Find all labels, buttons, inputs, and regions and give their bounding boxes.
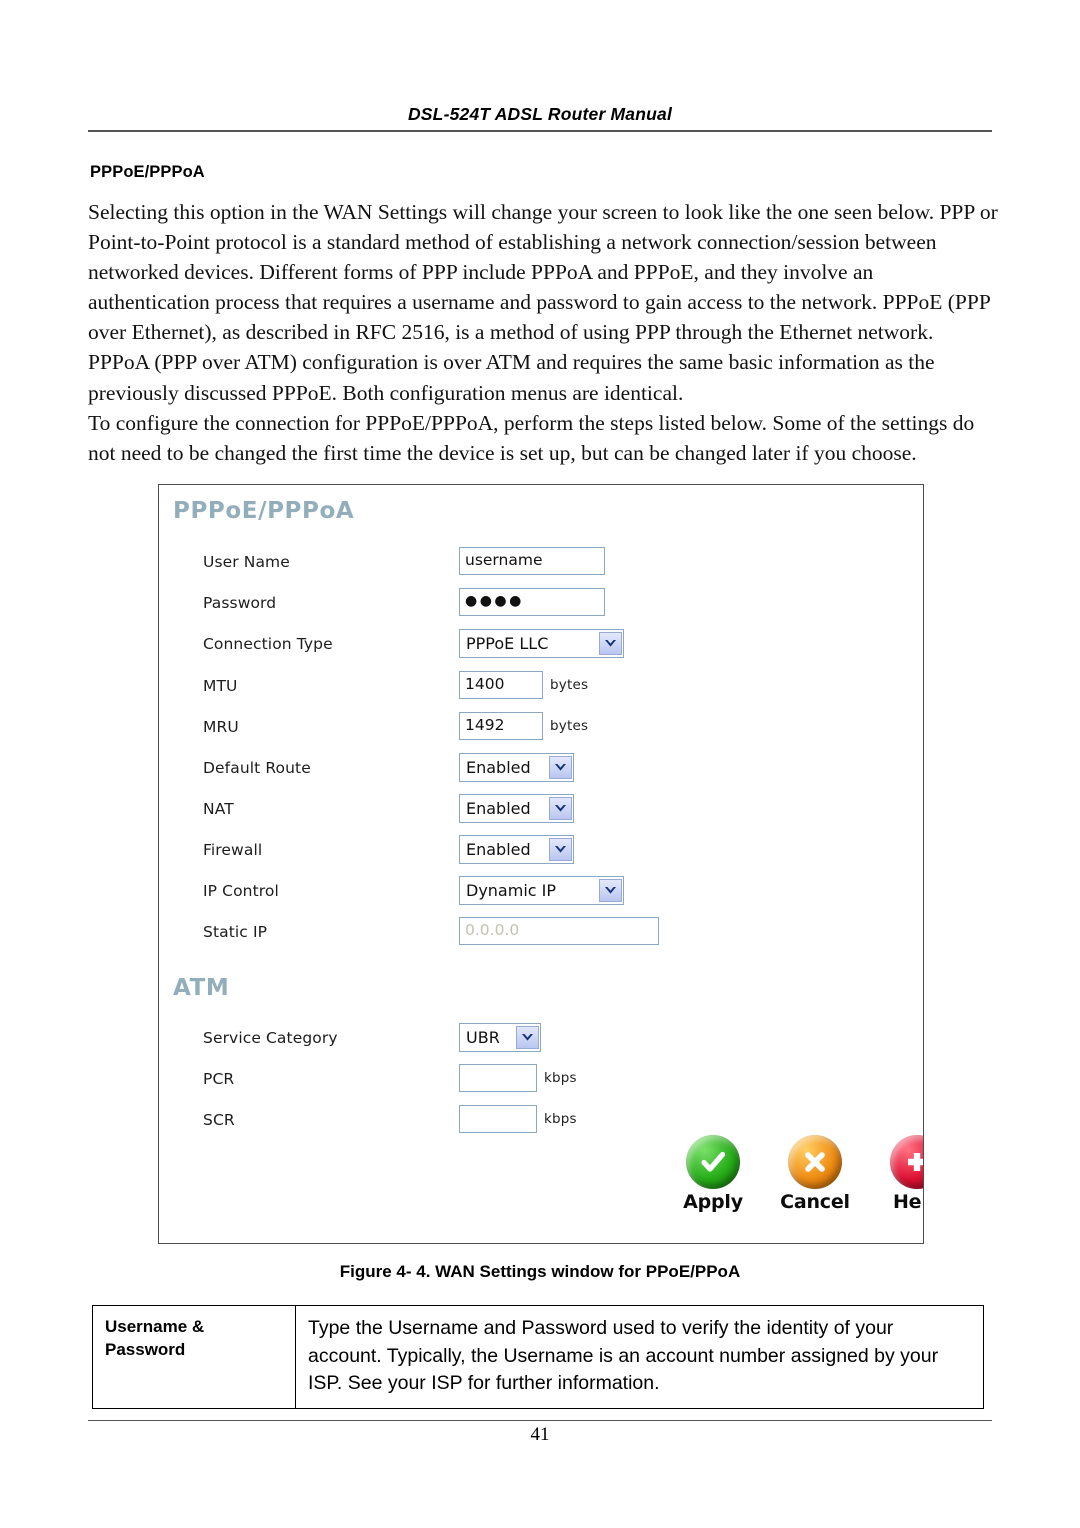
scr-control: kbps xyxy=(459,1105,577,1133)
help-label: Help xyxy=(892,1191,923,1213)
pcr-unit: kbps xyxy=(544,1070,577,1086)
pcr-label: PCR xyxy=(203,1070,235,1088)
cancel-button[interactable]: Cancel xyxy=(776,1135,854,1213)
field-row-mtu: MTU 1400 bytes xyxy=(203,671,903,705)
nat-control: Enabled xyxy=(459,794,574,823)
body-paragraph-1: Selecting this option in the WAN Setting… xyxy=(88,200,998,405)
nat-select[interactable]: Enabled xyxy=(459,794,574,823)
header-divider xyxy=(88,130,992,132)
page-number: 41 xyxy=(530,1424,550,1445)
ip-control-value: Dynamic IP xyxy=(466,881,557,900)
firewall-control: Enabled xyxy=(459,835,574,864)
plus-circle-icon xyxy=(890,1135,923,1189)
pppoe-section-title: PPPoE/PPPoA xyxy=(173,498,355,524)
password-input[interactable]: ●●●● xyxy=(459,588,605,616)
chevron-down-icon xyxy=(548,838,572,861)
connection-type-label: Connection Type xyxy=(203,635,333,653)
user-name-label: User Name xyxy=(203,553,290,571)
connection-type-control: PPPoE LLC xyxy=(459,629,624,658)
body-paragraph-2: To configure the connection for PPPoE/PP… xyxy=(88,410,975,465)
page-title: PPPoE/PPPoA xyxy=(90,163,205,181)
default-route-select[interactable]: Enabled xyxy=(459,753,574,782)
chevron-down-icon xyxy=(548,756,572,779)
mtu-input[interactable]: 1400 xyxy=(459,671,543,699)
mtu-label: MTU xyxy=(203,677,238,695)
ip-control-select[interactable]: Dynamic IP xyxy=(459,876,624,905)
default-route-value: Enabled xyxy=(466,758,531,777)
connection-type-value: PPPoE LLC xyxy=(466,634,549,653)
scr-unit: kbps xyxy=(544,1111,577,1127)
password-control: ●●●● xyxy=(459,588,605,616)
field-row-scr: SCR kbps xyxy=(203,1105,903,1139)
firewall-select[interactable]: Enabled xyxy=(459,835,574,864)
chevron-down-icon xyxy=(598,632,622,655)
description-table: Username & Password Type the Username an… xyxy=(92,1305,984,1409)
field-row-pcr: PCR kbps xyxy=(203,1064,903,1098)
table-cell-value: Type the Username and Password used to v… xyxy=(295,1305,984,1409)
ip-control-control: Dynamic IP xyxy=(459,876,624,905)
check-circle-icon xyxy=(686,1135,740,1189)
static-ip-label: Static IP xyxy=(203,923,268,941)
default-route-control: Enabled xyxy=(459,753,574,782)
service-category-value: UBR xyxy=(466,1028,500,1047)
ip-control-label: IP Control xyxy=(203,882,279,900)
pcr-input[interactable] xyxy=(459,1064,537,1092)
nat-value: Enabled xyxy=(466,799,531,818)
user-name-control: username xyxy=(459,547,605,575)
field-row-connection-type: Connection Type PPPoE LLC xyxy=(203,629,903,663)
mru-control: 1492 bytes xyxy=(459,712,588,740)
mru-unit: bytes xyxy=(550,718,589,734)
field-row-nat: NAT Enabled xyxy=(203,794,903,828)
connection-type-select[interactable]: PPPoE LLC xyxy=(459,629,624,658)
help-button[interactable]: Help xyxy=(878,1135,923,1213)
scr-input[interactable] xyxy=(459,1105,537,1133)
figure-caption: Figure 4- 4. WAN Settings window for PPo… xyxy=(339,1262,741,1281)
field-row-password: Password ●●●● xyxy=(203,588,903,622)
table-cell-key: Username & Password xyxy=(92,1305,296,1409)
service-category-select[interactable]: UBR xyxy=(459,1023,541,1052)
field-row-service-category: Service Category UBR xyxy=(203,1023,903,1057)
firewall-label: Firewall xyxy=(203,841,263,859)
default-route-label: Default Route xyxy=(203,759,311,777)
service-category-control: UBR xyxy=(459,1023,541,1052)
field-row-ip-control: IP Control Dynamic IP xyxy=(203,876,903,910)
field-row-firewall: Firewall Enabled xyxy=(203,835,903,869)
field-row-user-name: User Name username xyxy=(203,547,903,581)
field-row-mru: MRU 1492 bytes xyxy=(203,712,903,746)
chevron-down-icon xyxy=(548,797,572,820)
mru-label: MRU xyxy=(203,718,239,736)
mru-input[interactable]: 1492 xyxy=(459,712,543,740)
static-ip-control: 0.0.0.0 xyxy=(459,917,659,945)
action-buttons: Apply Cancel Help xyxy=(674,1135,923,1213)
atm-section-title: ATM xyxy=(173,975,230,1001)
nat-label: NAT xyxy=(203,800,234,818)
pcr-control: kbps xyxy=(459,1064,577,1092)
apply-label: Apply xyxy=(683,1191,743,1213)
wan-settings-screenshot: PPPoE/PPPoA User Name username Password … xyxy=(158,484,924,1244)
user-name-input[interactable]: username xyxy=(459,547,605,575)
chevron-down-icon xyxy=(598,879,622,902)
table-row: Username & Password Type the Username an… xyxy=(92,1305,984,1409)
running-header: DSL-524T ADSL Router Manual xyxy=(88,104,992,130)
mtu-unit: bytes xyxy=(550,677,589,693)
footer-divider xyxy=(88,1420,992,1421)
running-header-text: DSL-524T ADSL Router Manual xyxy=(407,104,673,124)
apply-button[interactable]: Apply xyxy=(674,1135,752,1213)
password-label: Password xyxy=(203,594,277,612)
body-copy: Selecting this option in the WAN Setting… xyxy=(88,197,998,468)
scr-label: SCR xyxy=(203,1111,235,1129)
service-category-label: Service Category xyxy=(203,1029,338,1047)
cancel-label: Cancel xyxy=(780,1191,850,1213)
firewall-value: Enabled xyxy=(466,840,531,859)
mtu-control: 1400 bytes xyxy=(459,671,588,699)
static-ip-input[interactable]: 0.0.0.0 xyxy=(459,917,659,945)
field-row-default-route: Default Route Enabled xyxy=(203,753,903,787)
chevron-down-icon xyxy=(515,1026,539,1049)
field-row-static-ip: Static IP 0.0.0.0 xyxy=(203,917,903,951)
x-circle-icon xyxy=(788,1135,842,1189)
